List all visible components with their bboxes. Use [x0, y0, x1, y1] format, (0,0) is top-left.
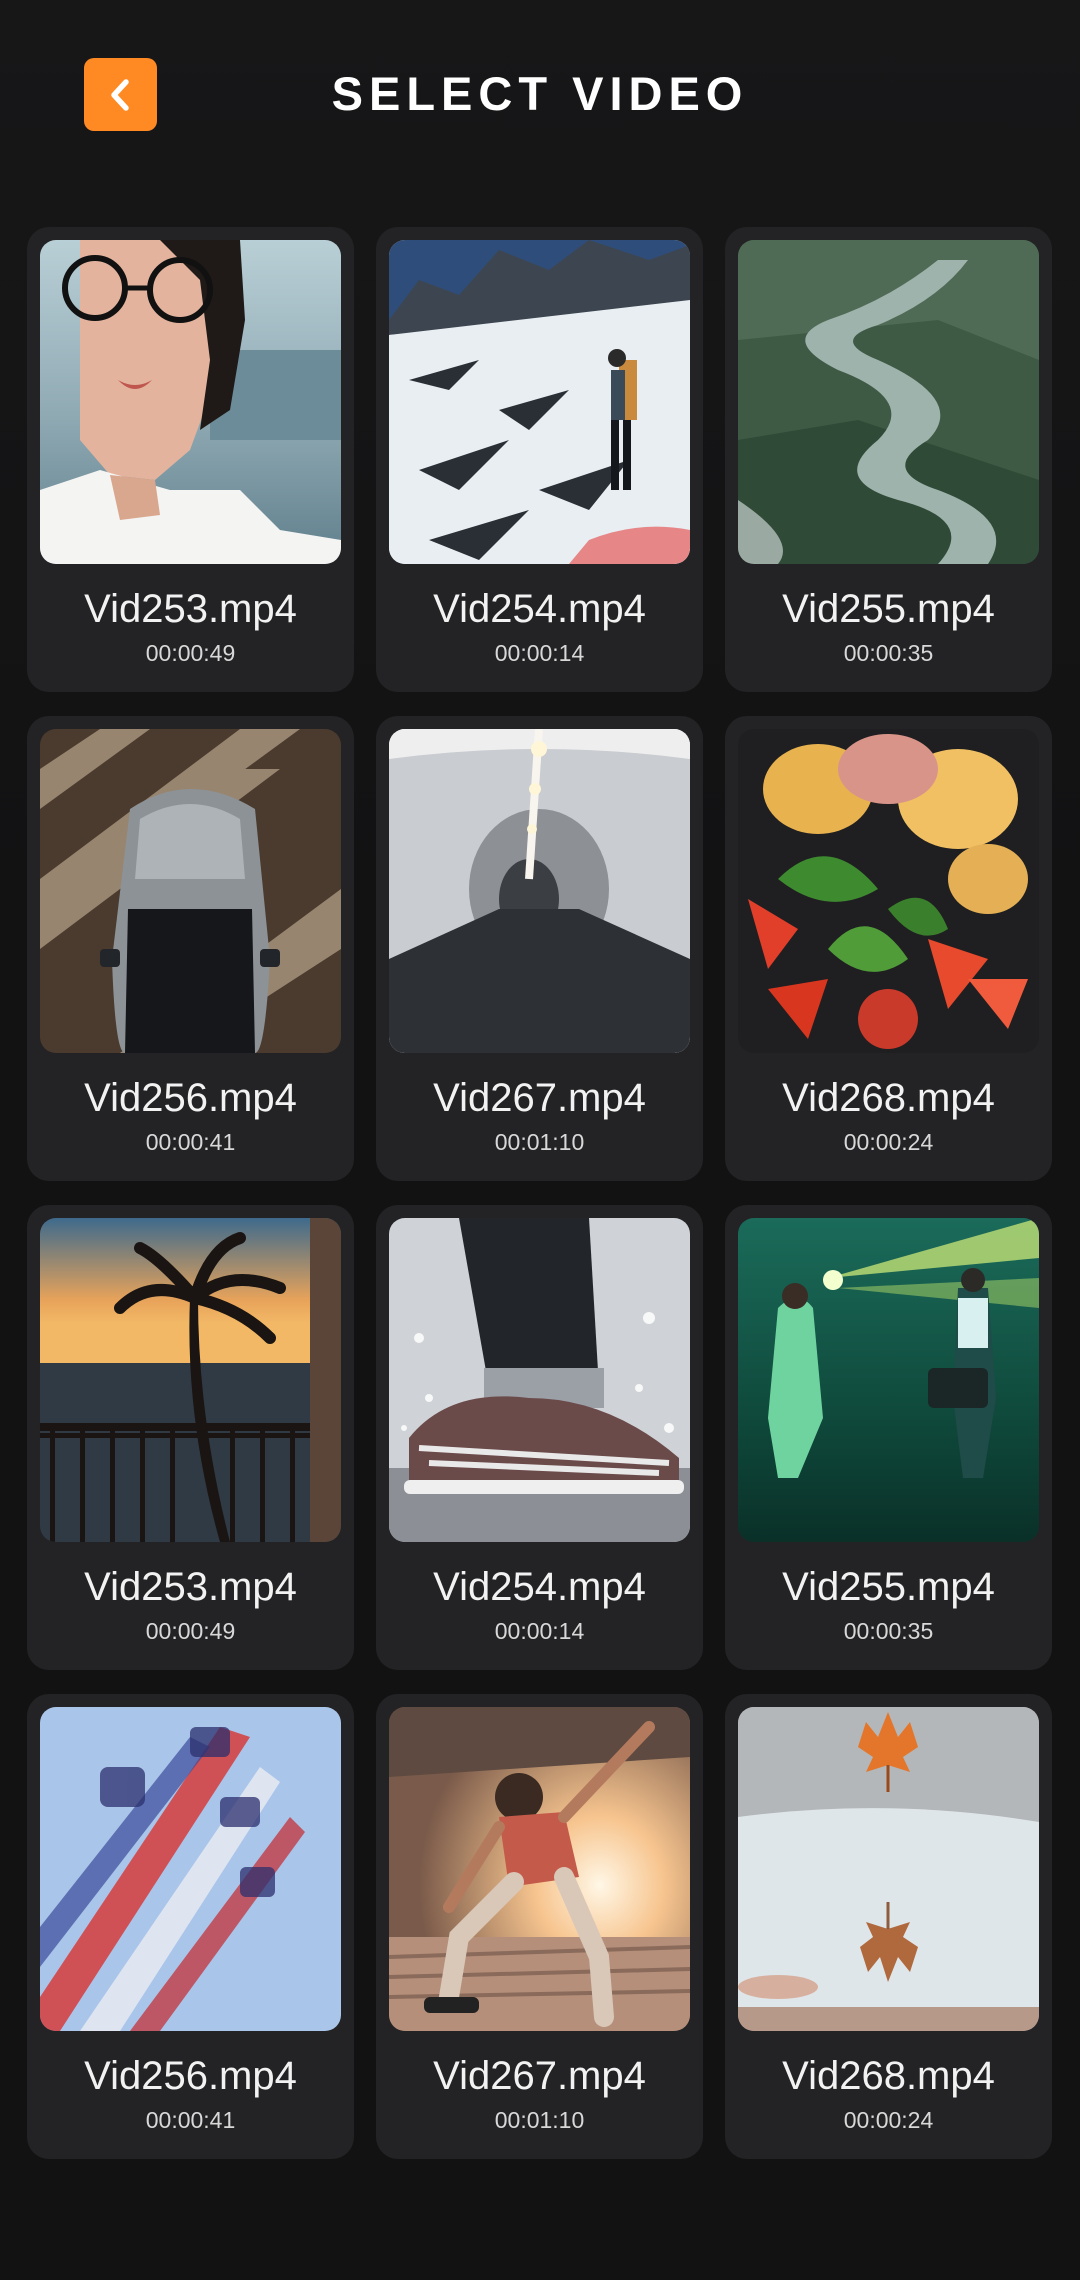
video-thumbnail: [738, 240, 1039, 564]
video-name: Vid255.mp4: [782, 587, 995, 631]
select-video-screen: SELECT VIDEO Vid253.mp4 00:00:49 Vid254.…: [0, 0, 1080, 2280]
video-name: Vid253.mp4: [84, 1565, 297, 1609]
video-thumbnail: [389, 729, 690, 1053]
video-duration: 00:00:41: [145, 2107, 236, 2133]
video-thumbnail: [389, 1218, 690, 1542]
video-name: Vid267.mp4: [433, 2054, 646, 2098]
video-duration: 00:01:10: [494, 2107, 585, 2133]
video-card[interactable]: Vid256.mp4 00:00:41: [27, 716, 354, 1181]
video-thumbnail: [738, 1218, 1039, 1542]
video-card[interactable]: Vid253.mp4 00:00:49: [27, 1205, 354, 1670]
page-title: SELECT VIDEO: [331, 67, 749, 120]
video-card[interactable]: Vid254.mp4 00:00:14: [376, 1205, 703, 1670]
video-duration: 00:00:49: [145, 1618, 236, 1644]
video-grid: Vid253.mp4 00:00:49 Vid254.mp4 00:00:14 …: [27, 227, 1053, 2159]
header: SELECT VIDEO: [0, 0, 1080, 190]
video-duration: 00:00:49: [145, 640, 236, 666]
video-thumbnail: [40, 1707, 341, 2031]
video-thumbnail: [389, 1707, 690, 2031]
video-card[interactable]: Vid255.mp4 00:00:35: [725, 227, 1052, 692]
video-card[interactable]: Vid267.mp4 00:01:10: [376, 716, 703, 1181]
video-duration: 00:00:41: [145, 1129, 236, 1155]
video-card[interactable]: Vid253.mp4 00:00:49: [27, 227, 354, 692]
video-thumbnail: [738, 1707, 1039, 2031]
video-card[interactable]: Vid267.mp4 00:01:10: [376, 1694, 703, 2159]
video-name: Vid267.mp4: [433, 1076, 646, 1120]
video-thumbnail: [389, 240, 690, 564]
video-thumbnail: [40, 729, 341, 1053]
video-name: Vid254.mp4: [433, 1565, 646, 1609]
video-thumbnail: [40, 240, 341, 564]
video-card[interactable]: Vid255.mp4 00:00:35: [725, 1205, 1052, 1670]
video-name: Vid255.mp4: [782, 1565, 995, 1609]
video-thumbnail: [738, 729, 1039, 1053]
video-card[interactable]: Vid254.mp4 00:00:14: [376, 227, 703, 692]
video-name: Vid256.mp4: [84, 1076, 297, 1120]
video-duration: 00:00:24: [843, 2107, 934, 2133]
video-thumbnail: [40, 1218, 341, 1542]
video-duration: 00:00:35: [843, 1618, 934, 1644]
video-duration: 00:00:35: [843, 640, 934, 666]
video-duration: 00:00:24: [843, 1129, 934, 1155]
video-name: Vid268.mp4: [782, 1076, 995, 1120]
video-name: Vid254.mp4: [433, 587, 646, 631]
video-duration: 00:00:14: [494, 640, 585, 666]
video-name: Vid268.mp4: [782, 2054, 995, 2098]
video-duration: 00:00:14: [494, 1618, 585, 1644]
video-name: Vid256.mp4: [84, 2054, 297, 2098]
video-name: Vid253.mp4: [84, 587, 297, 631]
video-duration: 00:01:10: [494, 1129, 585, 1155]
video-card[interactable]: Vid268.mp4 00:00:24: [725, 1694, 1052, 2159]
video-card[interactable]: Vid268.mp4 00:00:24: [725, 716, 1052, 1181]
video-card[interactable]: Vid256.mp4 00:00:41: [27, 1694, 354, 2159]
